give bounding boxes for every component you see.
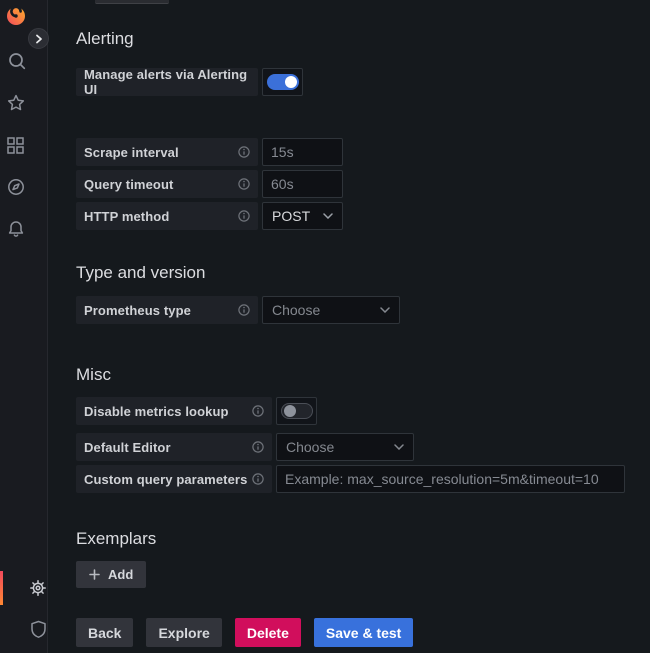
default-editor-label: Default Editor <box>76 433 272 461</box>
back-button[interactable]: Back <box>76 618 133 647</box>
grafana-logo-icon[interactable] <box>5 5 27 27</box>
dashboards-grid-icon[interactable] <box>7 137 24 154</box>
scrape-interval-row: Scrape interval <box>76 138 636 166</box>
add-exemplar-button[interactable]: Add <box>76 561 146 588</box>
shield-icon[interactable] <box>30 620 47 639</box>
prometheus-type-label: Prometheus type <box>76 296 258 324</box>
info-icon[interactable] <box>238 304 250 316</box>
manage-alerts-label: Manage alerts via Alerting UI <box>76 68 258 96</box>
search-icon[interactable] <box>8 52 26 70</box>
manage-alerts-row: Manage alerts via Alerting UI <box>76 68 636 96</box>
save-and-test-button[interactable]: Save & test <box>314 618 413 647</box>
toggle-on-switch <box>267 74 299 90</box>
footer-actions: Back Explore Delete Save & test <box>76 618 636 647</box>
exemplars-section-title: Exemplars <box>76 529 636 549</box>
star-icon[interactable] <box>7 94 25 112</box>
toggle-off-switch <box>281 403 313 419</box>
disable-metrics-lookup-toggle[interactable] <box>276 397 317 425</box>
manage-alerts-toggle[interactable] <box>262 68 303 96</box>
alerting-bell-icon[interactable] <box>7 220 25 238</box>
misc-section-title: Misc <box>76 365 636 385</box>
scrape-interval-input[interactable] <box>262 138 343 166</box>
expand-sidebar-button[interactable] <box>28 28 49 49</box>
info-icon[interactable] <box>252 405 264 417</box>
info-icon[interactable] <box>238 178 250 190</box>
custom-query-parameters-label: Custom query parameters <box>76 465 272 493</box>
info-icon[interactable] <box>252 473 264 485</box>
type-version-section-title: Type and version <box>76 263 636 283</box>
scrape-interval-label: Scrape interval <box>76 138 258 166</box>
query-timeout-row: Query timeout <box>76 170 636 198</box>
chevron-down-icon <box>380 307 390 313</box>
default-editor-select[interactable]: Choose <box>276 433 414 461</box>
custom-query-parameters-row: Custom query parameters <box>76 465 636 493</box>
http-method-select[interactable]: POST <box>262 202 343 230</box>
settings-gear-icon[interactable] <box>29 579 47 597</box>
disable-metrics-lookup-label: Disable metrics lookup <box>76 397 272 425</box>
plus-icon <box>89 569 100 580</box>
query-timeout-label: Query timeout <box>76 170 258 198</box>
delete-button[interactable]: Delete <box>235 618 301 647</box>
chevron-right-icon <box>34 34 44 44</box>
active-section-accent-bar <box>0 571 3 605</box>
http-method-row: HTTP method POST <box>76 202 636 230</box>
explore-button[interactable]: Explore <box>146 618 221 647</box>
http-method-label: HTTP method <box>76 202 258 230</box>
prometheus-type-select[interactable]: Choose <box>262 296 400 324</box>
sidebar <box>0 0 48 653</box>
chevron-down-icon <box>323 213 333 219</box>
custom-query-parameters-input[interactable] <box>276 465 625 493</box>
info-icon[interactable] <box>238 146 250 158</box>
default-editor-row: Default Editor Choose <box>76 433 636 461</box>
info-icon[interactable] <box>238 210 250 222</box>
info-icon[interactable] <box>252 441 264 453</box>
prometheus-type-row: Prometheus type Choose <box>76 296 636 324</box>
disable-metrics-lookup-row: Disable metrics lookup <box>76 397 636 425</box>
query-timeout-input[interactable] <box>262 170 343 198</box>
chevron-down-icon <box>394 444 404 450</box>
alerting-section-title: Alerting <box>76 29 636 49</box>
explore-compass-icon[interactable] <box>7 178 25 196</box>
datasource-settings-form: Alerting Manage alerts via Alerting UI S… <box>76 0 636 647</box>
